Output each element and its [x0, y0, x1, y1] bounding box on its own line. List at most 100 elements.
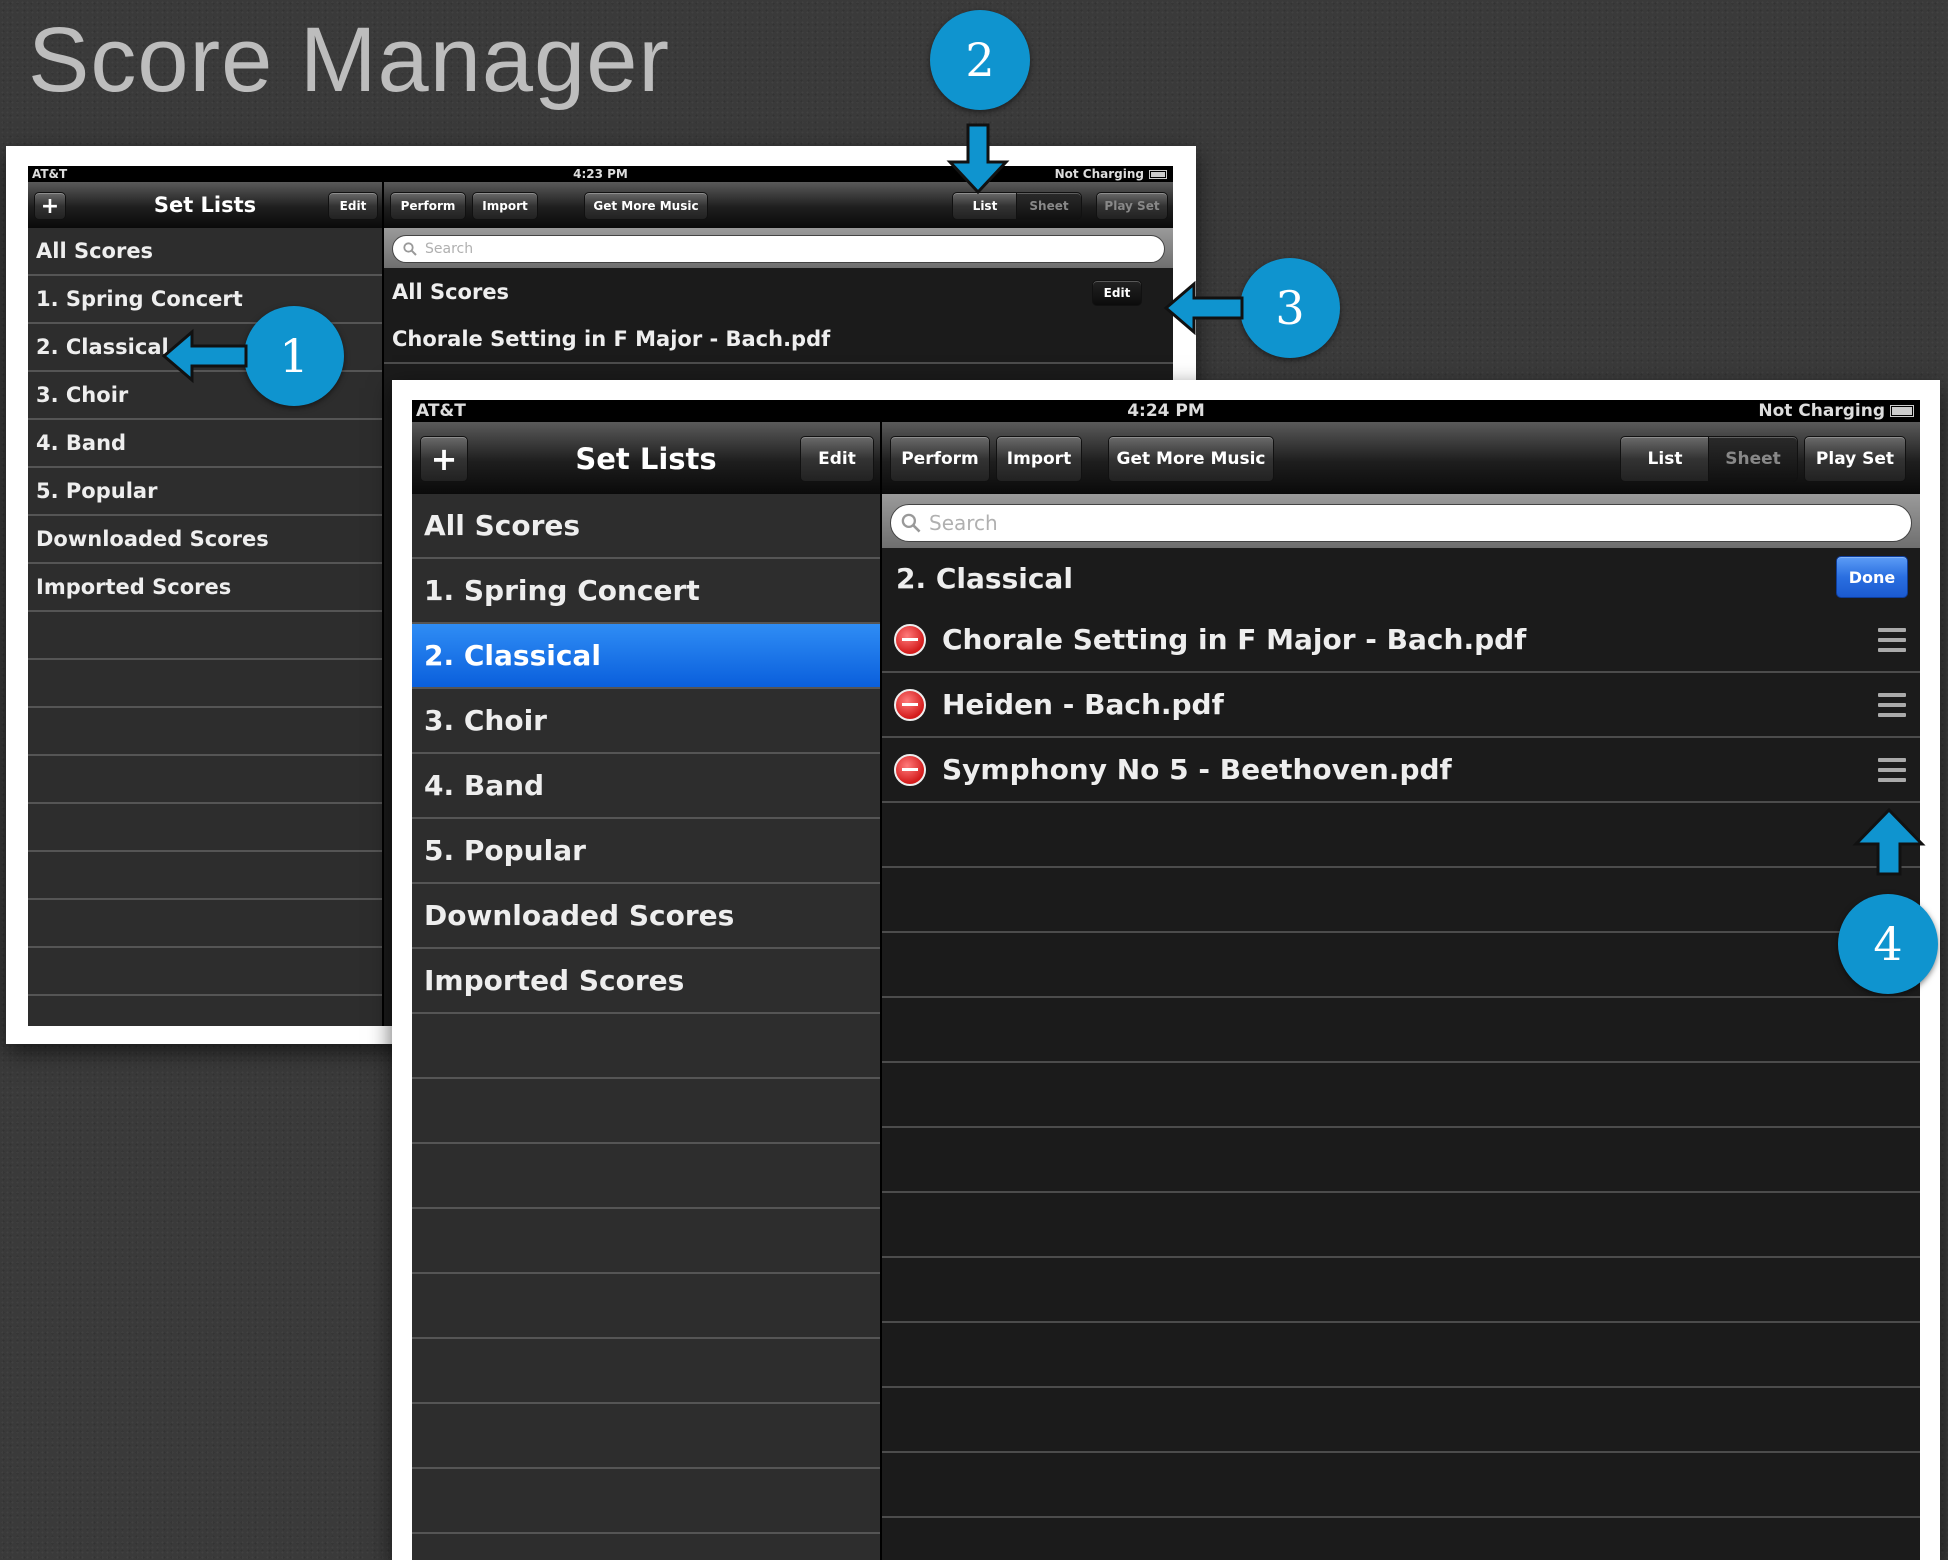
score-row[interactable]: Chorale Setting in F Major - Bach.pdf: [882, 608, 1920, 673]
search-icon: [901, 513, 921, 533]
empty-row: [882, 1193, 1920, 1258]
section-header: All Scores: [384, 268, 1173, 316]
done-button[interactable]: Done: [1836, 556, 1908, 598]
empty-row: [882, 1258, 1920, 1323]
set-list-item-selected[interactable]: 2. Classical: [412, 624, 880, 689]
import-button[interactable]: Import: [472, 192, 538, 220]
import-button[interactable]: Import: [996, 436, 1082, 482]
battery-icon: [1890, 405, 1914, 417]
set-list-item[interactable]: Imported Scores: [412, 949, 880, 1014]
set-list-item[interactable]: Downloaded Scores: [412, 884, 880, 949]
empty-row: [412, 1209, 880, 1274]
set-list-item[interactable]: 1. Spring Concert: [412, 559, 880, 624]
arrow-left-icon: [1163, 280, 1244, 336]
empty-row: [882, 868, 1920, 933]
set-lists-edit-button[interactable]: Edit: [328, 192, 378, 220]
empty-row: [882, 1063, 1920, 1128]
empty-row: [412, 1144, 880, 1209]
play-set-button[interactable]: Play Set: [1804, 436, 1906, 482]
empty-row: [412, 1274, 880, 1339]
section-title: 2. Classical: [896, 561, 1073, 595]
front-status-bar: AT&T 4:24 PM Not Charging: [412, 400, 1920, 422]
section-title: All Scores: [392, 280, 510, 304]
arrow-down-icon: [946, 123, 1010, 195]
arrow-up-icon: [1852, 807, 1926, 876]
set-list-item[interactable]: All Scores: [28, 228, 382, 276]
reorder-grip-icon[interactable]: [1878, 758, 1906, 782]
set-list-item[interactable]: Imported Scores: [28, 564, 382, 612]
sheet-segment[interactable]: Sheet: [1016, 192, 1082, 220]
delete-minus-icon[interactable]: [894, 623, 926, 656]
search-field[interactable]: Search: [392, 235, 1165, 263]
empty-row: [882, 1518, 1920, 1560]
score-name: Chorale Setting in F Major - Bach.pdf: [942, 623, 1527, 656]
get-more-music-button[interactable]: Get More Music: [584, 192, 708, 220]
set-list-item[interactable]: 3. Choir: [412, 689, 880, 754]
set-list-item[interactable]: All Scores: [412, 494, 880, 559]
set-list-item[interactable]: 4. Band: [412, 754, 880, 819]
battery-icon: [1149, 169, 1167, 179]
search-icon: [403, 242, 417, 256]
empty-row: [28, 948, 382, 996]
empty-row: [412, 1534, 880, 1560]
set-list-item[interactable]: 4. Band: [28, 420, 382, 468]
front-ipad-screen: AT&T 4:24 PM Not Charging + Set Lists Ed…: [412, 400, 1920, 1560]
charging-label: Not Charging: [1054, 167, 1144, 181]
set-list-item[interactable]: 1. Spring Concert: [28, 276, 382, 324]
score-row[interactable]: Symphony No 5 - Beethoven.pdf: [882, 738, 1920, 803]
section-header: 2. Classical: [882, 548, 1920, 608]
charging-label: Not Charging: [1758, 401, 1885, 421]
empty-row: [412, 1469, 880, 1534]
search-field[interactable]: Search: [890, 504, 1912, 542]
list-segment[interactable]: List: [952, 192, 1018, 220]
callout-2: 2: [930, 10, 1030, 110]
arrow-left-icon: [161, 328, 248, 384]
callout-3: 3: [1240, 258, 1340, 358]
empty-row: [28, 900, 382, 948]
front-main-panel: Search 2. Classical Done Chorale Setting…: [880, 494, 1920, 1560]
clock-label: 4:24 PM: [1127, 401, 1205, 421]
search-placeholder: Search: [929, 511, 998, 535]
empty-row: [412, 1079, 880, 1144]
empty-row: [28, 660, 382, 708]
delete-minus-icon[interactable]: [894, 688, 926, 721]
score-row[interactable]: Chorale Setting in F Major - Bach.pdf: [384, 316, 1173, 364]
empty-row: [882, 933, 1920, 998]
empty-row: [882, 1128, 1920, 1193]
score-name: Symphony No 5 - Beethoven.pdf: [942, 753, 1452, 786]
get-more-music-button[interactable]: Get More Music: [1108, 436, 1274, 482]
reorder-grip-icon[interactable]: [1878, 628, 1906, 652]
empty-row: [28, 612, 382, 660]
empty-row: [882, 803, 1920, 868]
front-screenshot: AT&T 4:24 PM Not Charging + Set Lists Ed…: [392, 380, 1940, 1560]
play-set-button[interactable]: Play Set: [1096, 192, 1168, 220]
delete-minus-icon[interactable]: [894, 753, 926, 786]
empty-row: [412, 1339, 880, 1404]
score-row[interactable]: Heiden - Bach.pdf: [882, 673, 1920, 738]
sheet-segment[interactable]: Sheet: [1708, 436, 1798, 482]
front-sidebar: All Scores 1. Spring Concert 2. Classica…: [412, 494, 880, 1560]
callout-4: 4: [1838, 894, 1938, 994]
empty-row: [28, 756, 382, 804]
empty-row: [882, 1388, 1920, 1453]
set-list-item[interactable]: 5. Popular: [412, 819, 880, 884]
perform-button[interactable]: Perform: [890, 436, 990, 482]
set-list-item[interactable]: Downloaded Scores: [28, 516, 382, 564]
set-list-item[interactable]: 5. Popular: [28, 468, 382, 516]
search-placeholder: Search: [425, 241, 474, 257]
set-lists-edit-button[interactable]: Edit: [800, 436, 874, 482]
callout-1: 1: [244, 306, 344, 406]
list-segment[interactable]: List: [1620, 436, 1710, 482]
empty-row: [28, 708, 382, 756]
perform-button[interactable]: Perform: [390, 192, 466, 220]
empty-row: [882, 998, 1920, 1063]
reorder-grip-icon[interactable]: [1878, 693, 1906, 717]
slide-title: Score Manager: [28, 9, 670, 111]
empty-row: [412, 1404, 880, 1469]
empty-row: [882, 1453, 1920, 1518]
front-toolbar: + Set Lists Edit Perform Import Get More…: [412, 422, 1920, 495]
empty-row: [28, 804, 382, 852]
empty-row: [28, 852, 382, 900]
section-edit-button[interactable]: Edit: [1092, 280, 1142, 306]
empty-row: [412, 1014, 880, 1079]
